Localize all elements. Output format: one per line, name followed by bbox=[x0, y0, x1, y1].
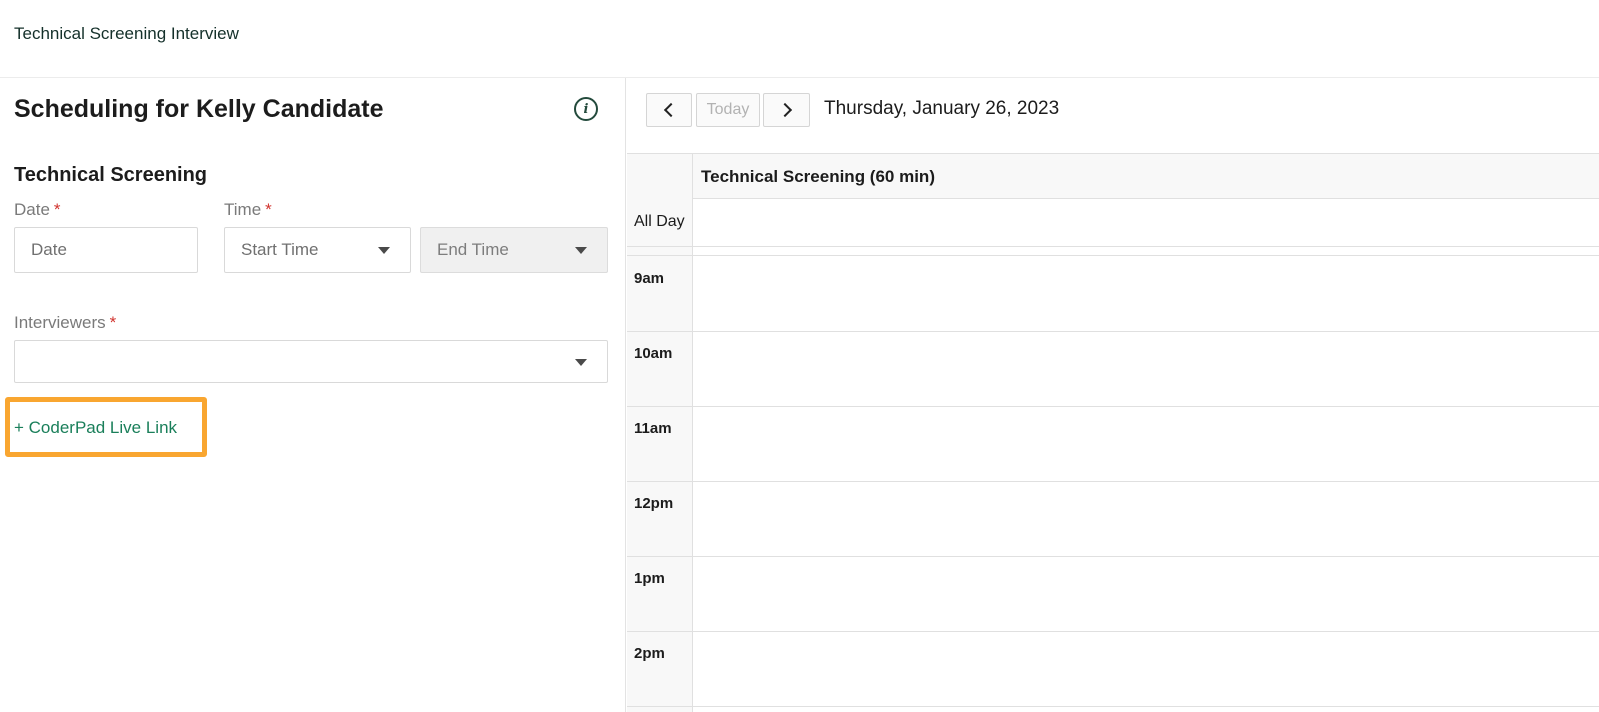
calendar-panel: Today Thursday, January 26, 2023 Technic… bbox=[627, 78, 1599, 712]
hour-label-12pm: 12pm bbox=[634, 495, 674, 512]
chevron-down-icon bbox=[575, 247, 587, 254]
required-marker: * bbox=[265, 200, 272, 219]
start-time-select[interactable]: Start Time bbox=[224, 227, 411, 273]
chevron-right-icon bbox=[777, 102, 792, 118]
top-bar: Technical Screening Interview bbox=[0, 0, 1599, 78]
hour-label-2pm: 2pm bbox=[634, 645, 665, 662]
calendar-column-header: Technical Screening (60 min) bbox=[693, 154, 1599, 199]
scheduling-panel: Scheduling for Kelly Candidate i Technic… bbox=[0, 78, 626, 712]
date-label: Date * bbox=[14, 200, 61, 219]
hour-label-1pm: 1pm bbox=[634, 570, 665, 587]
date-input[interactable]: Date bbox=[14, 227, 198, 273]
required-marker: * bbox=[53, 200, 61, 219]
start-time-placeholder: Start Time bbox=[241, 240, 319, 259]
day-calendar-grid: Technical Screening (60 min) All Day 9am… bbox=[627, 153, 1599, 712]
time-label: Time * bbox=[224, 200, 272, 219]
end-time-select: End Time bbox=[420, 227, 608, 273]
end-time-placeholder: End Time bbox=[437, 240, 509, 259]
page-title: Technical Screening Interview bbox=[14, 24, 239, 43]
hour-divider bbox=[627, 406, 1599, 407]
all-day-divider bbox=[627, 246, 1599, 256]
interviewers-select[interactable] bbox=[14, 340, 608, 383]
hour-divider bbox=[627, 481, 1599, 482]
hour-divider bbox=[627, 556, 1599, 557]
hour-divider bbox=[627, 706, 1599, 707]
info-icon[interactable]: i bbox=[574, 97, 598, 121]
column-title: Technical Screening (60 min) bbox=[701, 167, 935, 186]
today-button[interactable]: Today bbox=[696, 93, 760, 127]
all-day-label: All Day bbox=[634, 213, 685, 230]
chevron-down-icon bbox=[575, 359, 587, 366]
calendar-date-title: Thursday, January 26, 2023 bbox=[824, 98, 1060, 119]
date-placeholder: Date bbox=[31, 240, 67, 259]
hour-label-11am: 11am bbox=[634, 420, 672, 437]
hour-label-9am: 9am bbox=[634, 270, 665, 287]
interviewers-label: Interviewers * bbox=[14, 313, 117, 332]
previous-day-button[interactable] bbox=[646, 93, 692, 127]
required-marker: * bbox=[109, 313, 117, 332]
scheduling-heading: Scheduling for Kelly Candidate bbox=[14, 95, 384, 123]
interview-section-title: Technical Screening bbox=[14, 164, 208, 186]
hour-divider bbox=[627, 331, 1599, 332]
add-coderpad-link[interactable]: + CoderPad Live Link bbox=[14, 418, 177, 438]
next-day-button[interactable] bbox=[763, 93, 810, 127]
chevron-down-icon bbox=[378, 247, 390, 254]
chevron-left-icon bbox=[663, 102, 679, 118]
hour-divider bbox=[627, 631, 1599, 632]
hour-label-10am: 10am bbox=[634, 345, 673, 362]
